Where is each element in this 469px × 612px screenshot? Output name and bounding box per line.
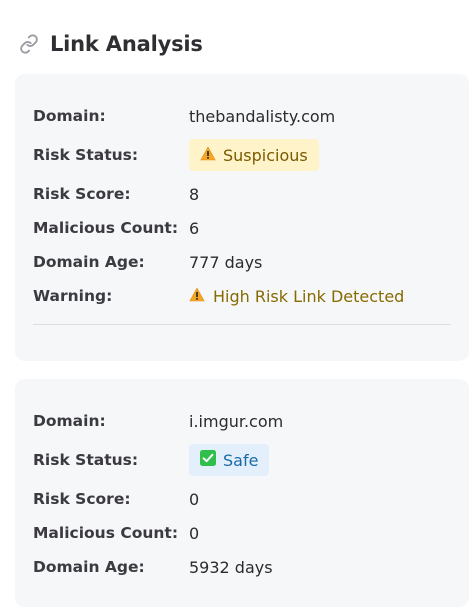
risk-score-label: Risk Score:	[33, 490, 131, 508]
domain-age-row: Domain Age: 5932 days	[33, 555, 451, 579]
link-card: Domain: thebandalisty.com Risk Status: S…	[15, 74, 469, 361]
section-header: Link Analysis	[18, 30, 203, 58]
warning-label: Warning:	[33, 287, 113, 305]
risk-score-row: Risk Score: 8	[33, 182, 451, 206]
link-icon	[18, 33, 40, 55]
malicious-count-row: Malicious Count: 0	[33, 521, 451, 545]
domain-age-label: Domain Age:	[33, 253, 145, 271]
domain-age-value: 777 days	[189, 252, 263, 272]
domain-row: Domain: i.imgur.com	[33, 409, 451, 433]
warning-icon	[200, 146, 216, 165]
domain-age-value: 5932 days	[189, 557, 273, 577]
divider	[33, 324, 451, 325]
domain-label: Domain:	[33, 107, 106, 125]
domain-age-label: Domain Age:	[33, 558, 145, 576]
malicious-count-row: Malicious Count: 6	[33, 216, 451, 240]
status-badge-label: Safe	[223, 450, 259, 470]
risk-score-label: Risk Score:	[33, 185, 131, 203]
domain-label: Domain:	[33, 412, 106, 430]
malicious-count-value: 0	[189, 523, 200, 543]
risk-score-value: 8	[189, 184, 200, 204]
malicious-count-value: 6	[189, 218, 200, 238]
malicious-count-label: Malicious Count:	[33, 219, 179, 237]
risk-status-label: Risk Status:	[33, 451, 139, 469]
domain-age-row: Domain Age: 777 days	[33, 250, 451, 274]
risk-status-label: Risk Status:	[33, 146, 139, 164]
link-card: Domain: i.imgur.com Risk Status: Safe Ri…	[15, 379, 469, 607]
warning-text: High Risk Link Detected	[213, 286, 405, 306]
status-badge-label: Suspicious	[223, 145, 308, 165]
status-badge: Suspicious	[189, 139, 319, 171]
risk-score-row: Risk Score: 0	[33, 487, 451, 511]
page-title: Link Analysis	[50, 32, 203, 56]
risk-status-row: Risk Status: Safe	[33, 444, 451, 476]
domain-row: Domain: thebandalisty.com	[33, 104, 451, 128]
warning-message: High Risk Link Detected	[189, 287, 404, 306]
domain-value: i.imgur.com	[189, 411, 284, 431]
check-icon	[200, 450, 216, 470]
risk-score-value: 0	[189, 489, 200, 509]
malicious-count-label: Malicious Count:	[33, 524, 179, 542]
warning-icon	[189, 287, 205, 306]
warning-row: Warning: High Risk Link Detected	[33, 284, 451, 308]
domain-value: thebandalisty.com	[189, 106, 336, 126]
status-badge: Safe	[189, 444, 270, 476]
risk-status-row: Risk Status: Suspicious	[33, 139, 451, 171]
